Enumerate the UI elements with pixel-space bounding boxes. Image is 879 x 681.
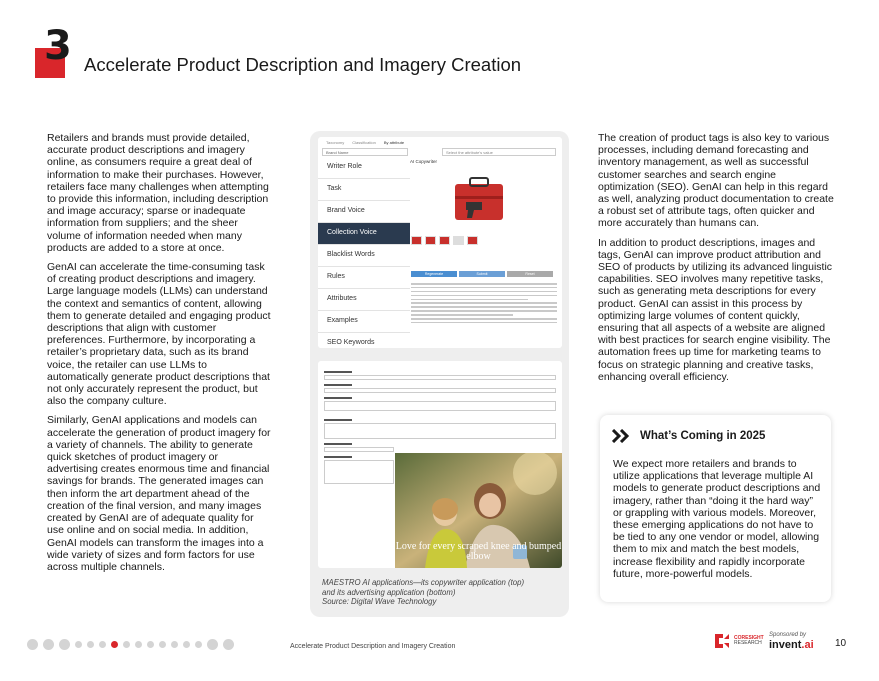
menu-item-brand-voice: Brand Voice [318, 201, 410, 223]
generated-description [411, 283, 557, 326]
left-paragraph-3: Similarly, GenAI applications and models… [47, 414, 271, 573]
menu-item-seo-keywords: SEO Keywords [318, 333, 410, 348]
nav-dot[interactable] [75, 641, 82, 648]
regenerate-button: Regenerate [411, 271, 457, 277]
thumbnail [411, 236, 422, 245]
caption-source: Source: Digital Wave Technology [322, 597, 437, 607]
left-column: Retailers and brands must provide detail… [47, 132, 271, 580]
sponsor-block: Sponsored by invent.ai [769, 632, 814, 651]
page-title: Accelerate Product Description and Image… [84, 54, 522, 75]
attribute-value-field: Select the attribute's value [442, 148, 556, 156]
menu-item-blacklist-words: Blacklist Words [318, 245, 410, 267]
nav-dot[interactable] [207, 639, 218, 650]
left-paragraph-1: Retailers and brands must provide detail… [47, 132, 269, 254]
menu-item-collection-voice: Collection Voice [318, 223, 410, 245]
nav-dot[interactable] [43, 639, 54, 650]
caption-line-1: MAESTRO AI applications—its copywriter a… [322, 578, 525, 587]
caption-line-2: and its advertising application (bottom) [322, 587, 456, 597]
whats-coming-callout: What’s Coming in 2025 We expect more ret… [600, 415, 831, 602]
ad-image-caption: Love for every scraped knee and bumped e… [395, 541, 562, 562]
nav-dot[interactable] [135, 641, 142, 648]
brand-name-field: Brand Name [322, 148, 408, 156]
nav-dot[interactable] [183, 641, 190, 648]
sponsored-by-label: Sponsored by [769, 632, 807, 638]
callout-header: What’s Coming in 2025 [612, 429, 765, 443]
page-number: 10 [835, 638, 847, 649]
product-thumbnails [411, 236, 478, 245]
copywriter-menu: Writer Role Task Brand Voice Collection … [318, 157, 410, 348]
footer-title: Accelerate Product Description and Image… [290, 643, 456, 650]
double-chevron-icon [612, 429, 630, 443]
right-paragraph-1: The creation of product tags is also key… [598, 132, 834, 230]
thumbnail [453, 236, 464, 245]
coresight-wordmark-2: RESEARCH [734, 640, 762, 646]
callout-body: We expect more retailers and brands to u… [613, 458, 821, 580]
copywriter-actions: Regenerate Submit Reset [411, 271, 553, 277]
generated-ad-image: Love for every scraped knee and bumped e… [395, 453, 562, 568]
nav-dot[interactable] [147, 641, 154, 648]
figure-caption: MAESTRO AI applications—its copywriter a… [322, 578, 562, 607]
nav-dot[interactable] [123, 641, 130, 648]
sponsor-suffix: .ai [801, 639, 814, 651]
menu-item-rules: Rules [318, 267, 410, 289]
right-column: The creation of product tags is also key… [598, 132, 834, 390]
tab-by-attribute: By attribute [383, 140, 405, 145]
nav-dot[interactable] [223, 639, 234, 650]
nav-dot[interactable] [159, 641, 166, 648]
menu-item-task: Task [318, 179, 410, 201]
advertising-screenshot: Love for every scraped knee and bumped e… [318, 361, 562, 568]
thumbnail [439, 236, 450, 245]
tab-classification: Classification [352, 140, 376, 145]
right-paragraph-2: In addition to product descriptions, ima… [598, 236, 833, 383]
section-number: 3 [44, 23, 72, 69]
nav-dot[interactable] [87, 641, 94, 648]
copywriter-screenshot: Taxonomy Classification By attribute Bra… [318, 137, 562, 348]
nav-dot[interactable] [27, 639, 38, 650]
reset-button: Reset [507, 271, 553, 277]
coresight-mark-icon [715, 634, 729, 648]
nav-dot[interactable] [171, 641, 178, 648]
menu-item-attributes: Attributes [318, 289, 410, 311]
drill-case-image [455, 177, 503, 220]
page-navigation-dots [27, 639, 234, 650]
coresight-logo: CORESIGHT RESEARCH [713, 632, 764, 650]
nav-dot-current[interactable] [111, 641, 118, 648]
submit-button: Submit [459, 271, 505, 277]
ai-copywriter-label: AI Copywriter [410, 159, 438, 164]
thumbnail [467, 236, 478, 245]
menu-item-writer-role: Writer Role [318, 157, 410, 179]
nav-dot[interactable] [99, 641, 106, 648]
nav-dot[interactable] [59, 639, 70, 650]
nav-dot[interactable] [195, 641, 202, 648]
menu-item-examples: Examples [318, 311, 410, 333]
sponsor-name: invent [769, 639, 802, 651]
left-paragraph-2: GenAI can accelerate the time-consuming … [47, 261, 271, 408]
thumbnail [425, 236, 436, 245]
callout-title: What’s Coming in 2025 [640, 430, 766, 442]
inventai-logo: invent.ai [769, 639, 814, 651]
tab-taxonomy: Taxonomy [326, 140, 345, 145]
screenshot-tabs: Taxonomy Classification By attribute [326, 140, 404, 145]
